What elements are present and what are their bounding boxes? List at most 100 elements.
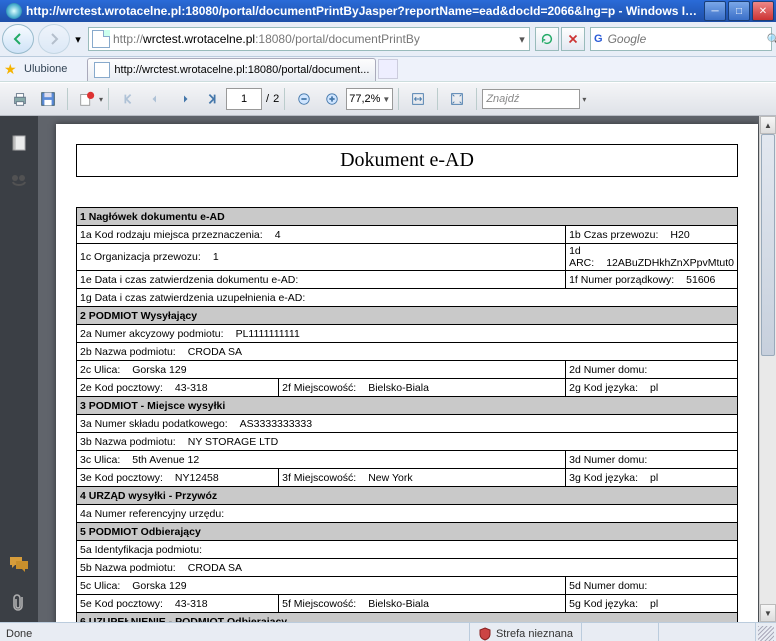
cell-1f: 1f Numer porządkowy:51606	[566, 271, 738, 289]
back-button[interactable]	[2, 24, 34, 54]
section-3-header: 3 PODMIOT - Miejsce wysyłki	[77, 397, 738, 415]
thumbnails-icon[interactable]	[8, 132, 30, 154]
cell-2e: 2e Kod pocztowy:43-318	[77, 379, 279, 397]
cell-1c: 1c Organizacja przewozu:1	[77, 244, 566, 271]
cell-2d: 2d Numer domu:	[566, 361, 738, 379]
status-empty-1	[581, 623, 658, 641]
ie-icon	[6, 3, 22, 19]
vertical-scrollbar[interactable]: ▲ ▼	[759, 116, 776, 622]
window-title: http://wrctest.wrotacelne.pl:18080/porta…	[26, 4, 702, 18]
pdf-page: Dokument e-AD 1 Nagłówek dokumentu e-AD …	[56, 124, 758, 622]
zoom-in-button[interactable]	[320, 87, 344, 111]
new-tab-button[interactable]	[378, 59, 398, 79]
cell-3g: 3g Kod języka:pl	[566, 469, 738, 487]
cell-5f: 5f Miejscowość:Bielsko-Biala	[279, 595, 566, 613]
zoom-select[interactable]: 77,2%▼	[346, 88, 393, 110]
first-page-button	[116, 87, 140, 111]
cell-2f: 2f Miejscowość:Bielsko-Biala	[279, 379, 566, 397]
shield-icon	[478, 627, 492, 641]
page-icon	[92, 30, 110, 48]
section-2-header: 2 PODMIOT Wysyłający	[77, 307, 738, 325]
cell-5c: 5c Ulica:Gorska 129	[77, 577, 566, 595]
comment-icon[interactable]	[8, 554, 30, 576]
address-url: http://wrctest.wrotacelne.pl:18080/porta…	[113, 32, 515, 46]
prev-page-button	[144, 87, 168, 111]
cell-2g: 2g Kod języka:pl	[566, 379, 738, 397]
cell-2c: 2c Ulica:Gorska 129	[77, 361, 566, 379]
find-input[interactable]: Znajdź	[482, 89, 580, 109]
address-dropdown-icon[interactable]: ▾	[515, 33, 529, 46]
forward-button[interactable]	[38, 24, 70, 54]
fit-page-button[interactable]	[445, 87, 469, 111]
print-button[interactable]	[8, 87, 32, 111]
document-area[interactable]: Dokument e-AD 1 Nagłówek dokumentu e-AD …	[38, 116, 776, 622]
resize-grip[interactable]	[758, 626, 774, 641]
scroll-up-button[interactable]: ▲	[760, 116, 776, 134]
document-title: Dokument e-AD	[76, 144, 738, 177]
export-dropdown-icon[interactable]: ▾	[99, 95, 103, 104]
scroll-thumb[interactable]	[761, 134, 775, 356]
close-button[interactable]: ✕	[752, 1, 774, 21]
maximize-button[interactable]: □	[728, 1, 750, 21]
pdf-viewport: Dokument e-AD 1 Nagłówek dokumentu e-AD …	[0, 116, 776, 622]
cell-1a: 1a Kod rodzaju miejsca przeznaczenia:4	[77, 226, 566, 244]
nav-toolbar: ▾ http://wrctest.wrotacelne.pl:18080/por…	[0, 22, 776, 57]
stop-button[interactable]	[561, 27, 585, 51]
bookmarks-icon[interactable]	[8, 170, 30, 192]
section-5-header: 5 PODMIOT Odbierający	[77, 523, 738, 541]
last-page-button[interactable]	[200, 87, 224, 111]
cell-3c: 3c Ulica:5th Avenue 12	[77, 451, 566, 469]
cell-5g: 5g Kod języka:pl	[566, 595, 738, 613]
minimize-button[interactable]: ─	[704, 1, 726, 21]
google-icon: G	[594, 31, 603, 47]
fit-width-button[interactable]	[406, 87, 430, 111]
section-4-header: 4 URZĄD wysyłki - Przywóz	[77, 487, 738, 505]
cell-3b: 3b Nazwa podmiotu:NY STORAGE LTD	[77, 433, 738, 451]
tab-page-icon	[94, 62, 110, 78]
next-page-button[interactable]	[172, 87, 196, 111]
cell-5d: 5d Numer domu:	[566, 577, 738, 595]
cell-3e: 3e Kod pocztowy:NY12458	[77, 469, 279, 487]
pdf-toolbar: ▾ / 2 77,2%▼ Znajdź ▾	[0, 82, 776, 116]
cell-2a: 2a Numer akcyzowy podmiotu:PL1111111111	[77, 325, 738, 343]
cell-1d: 1d ARC:12ABuZDHkhZnXPpvMtut0	[566, 244, 738, 271]
nav-history-dropdown[interactable]: ▾	[72, 25, 84, 53]
attachment-icon[interactable]	[8, 592, 30, 614]
search-go-button[interactable]: 🔍	[767, 33, 776, 46]
address-bar[interactable]: http://wrctest.wrotacelne.pl:18080/porta…	[88, 27, 530, 51]
refresh-button[interactable]	[535, 27, 559, 51]
scroll-down-button[interactable]: ▼	[760, 604, 776, 622]
section-6-header: 6 UZUPEŁNIENIE - PODMIOT Odbierający	[77, 613, 738, 623]
status-empty-2	[658, 623, 755, 641]
cell-2b: 2b Nazwa podmiotu:CRODA SA	[77, 343, 738, 361]
pdf-sidebar	[0, 116, 38, 622]
zoom-out-button[interactable]	[292, 87, 316, 111]
window-titlebar: http://wrctest.wrotacelne.pl:18080/porta…	[0, 0, 776, 22]
status-text: Done	[0, 628, 38, 640]
tab-label: http://wrctest.wrotacelne.pl:18080/porta…	[114, 64, 369, 76]
favorites-star-icon[interactable]: ★	[4, 61, 20, 77]
export-button[interactable]	[75, 87, 99, 111]
find-dropdown-icon[interactable]: ▾	[582, 95, 586, 104]
favorites-label[interactable]: Ulubione	[24, 63, 67, 75]
section-1-header: 1 Nagłówek dokumentu e-AD	[77, 208, 738, 226]
browser-tab[interactable]: http://wrctest.wrotacelne.pl:18080/porta…	[87, 58, 376, 81]
cell-1g: 1g Data i czas zatwierdzenia uzupełnieni…	[77, 289, 738, 307]
search-box[interactable]: G 🔍	[590, 27, 772, 51]
cell-3f: 3f Miejscowość:New York	[279, 469, 566, 487]
search-input[interactable]	[606, 31, 767, 47]
cell-4a: 4a Numer referencyjny urzędu:	[77, 505, 738, 523]
page-total: 2	[273, 93, 279, 105]
cell-1e: 1e Data i czas zatwierdzenia dokumentu e…	[77, 271, 566, 289]
cell-5e: 5e Kod pocztowy:43-318	[77, 595, 279, 613]
cell-5a: 5a Identyfikacja podmiotu:	[77, 541, 738, 559]
cell-5b: 5b Nazwa podmiotu:CRODA SA	[77, 559, 738, 577]
cell-3a: 3a Numer składu podatkowego:AS3333333333	[77, 415, 738, 433]
status-zone: Strefa nieznana	[469, 623, 581, 641]
favorites-bar: ★ Ulubione http://wrctest.wrotacelne.pl:…	[0, 57, 776, 82]
document-table: 1 Nagłówek dokumentu e-AD 1a Kod rodzaju…	[76, 207, 738, 622]
status-bar: Done Strefa nieznana	[0, 622, 776, 641]
page-number-input[interactable]	[226, 88, 262, 110]
cell-3d: 3d Numer domu:	[566, 451, 738, 469]
save-button[interactable]	[36, 87, 60, 111]
